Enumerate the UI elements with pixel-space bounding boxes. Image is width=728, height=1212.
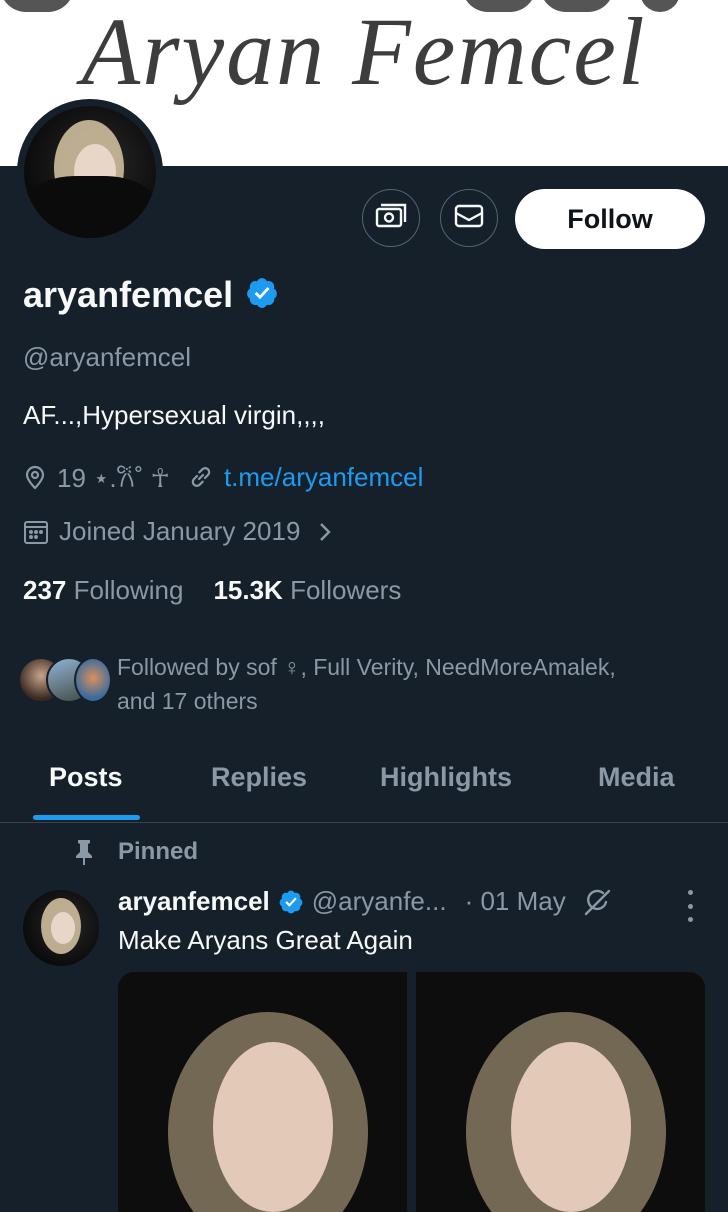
money-icon	[375, 202, 407, 235]
pinned-label: Pinned	[118, 838, 199, 865]
profile-bio: AF...,Hypersexual virgin,,,,	[23, 400, 325, 430]
tweet-date[interactable]: · 01 May	[465, 886, 566, 917]
tweet-avatar[interactable]	[23, 890, 99, 966]
pin-icon	[72, 838, 96, 866]
tweet-author-name[interactable]: aryanfemcel	[118, 886, 270, 917]
profile-meta-row: 19 ⋆.𐙚˚ ☥ t.me/aryanfemcel	[23, 459, 423, 495]
message-button[interactable]	[440, 189, 498, 247]
follow-button[interactable]: Follow	[515, 189, 705, 249]
tweet-media-image[interactable]	[118, 972, 407, 1212]
followed-by-avatars[interactable]	[18, 657, 112, 705]
calendar-icon	[23, 519, 49, 545]
follow-stats: 237 Following 15.3K Followers	[23, 575, 401, 606]
profile-avatar[interactable]	[17, 99, 163, 245]
verified-badge-icon[interactable]	[245, 276, 279, 315]
tab-highlights[interactable]: Highlights	[380, 762, 512, 793]
avatar	[74, 657, 112, 703]
profile-link[interactable]: t.me/aryanfemcel	[224, 462, 423, 493]
link-icon	[188, 464, 214, 490]
tweet-header: aryanfemcel @aryanfe... · 01 May	[118, 886, 612, 917]
verified-badge-icon	[278, 889, 304, 915]
active-tab-indicator	[33, 815, 140, 820]
profile-handle: @aryanfemcel	[23, 342, 192, 372]
display-name: aryanfemcel	[23, 274, 234, 315]
followers-stat[interactable]: 15.3K Followers	[213, 575, 401, 606]
following-stat[interactable]: 237 Following	[23, 575, 183, 606]
joined-date: Joined January 2019	[59, 516, 301, 546]
profile-joined-row[interactable]: Joined January 2019	[23, 516, 342, 547]
banner-title: Aryan Femcel	[81, 0, 647, 105]
tweet-author-handle[interactable]: @aryanfe...	[312, 886, 447, 917]
tweet-media-image[interactable]	[416, 972, 705, 1212]
tab-posts[interactable]: Posts	[49, 762, 123, 793]
tweet-text: Make Aryans Great Again	[118, 925, 413, 955]
tab-media[interactable]: Media	[598, 762, 675, 793]
chevron-right-icon	[318, 521, 332, 543]
grok-icon[interactable]	[582, 887, 612, 917]
profile-location: 19 ⋆.𐙚˚ ☥	[57, 463, 170, 493]
mail-icon	[454, 204, 484, 233]
more-options-icon[interactable]	[680, 890, 700, 922]
tip-button[interactable]	[362, 189, 420, 247]
profile-name-row: aryanfemcel	[23, 274, 279, 316]
tab-replies[interactable]: Replies	[211, 762, 307, 793]
location-icon	[23, 464, 47, 490]
followed-by-text[interactable]: Followed by sof ♀, Full Verity, NeedMore…	[117, 650, 707, 718]
profile-tabs: Posts Replies Highlights Media	[0, 750, 728, 823]
pinned-indicator: Pinned	[72, 838, 198, 866]
